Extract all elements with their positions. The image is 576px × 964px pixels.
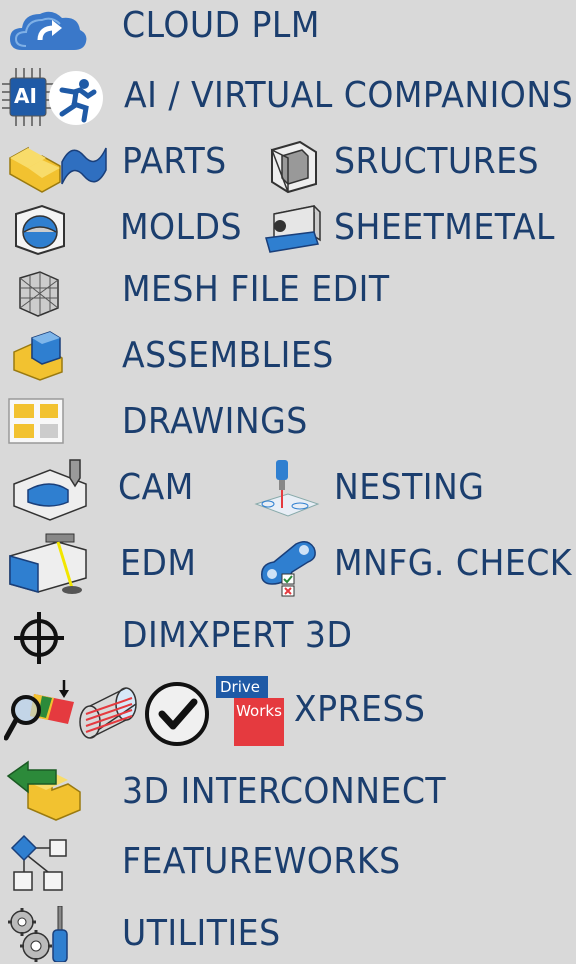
virtual-companion-icon	[49, 71, 103, 125]
menu-item-utilities[interactable]: UTILITIES	[0, 896, 576, 964]
driveworks-works-text: Works	[234, 698, 284, 746]
structure-icon	[270, 140, 317, 194]
driveworks-drive-text: Drive	[216, 676, 268, 698]
cloud-plm-label: CLOUD PLM	[122, 5, 320, 46]
ai-chip-text: AI	[14, 84, 37, 108]
assemblies-label: ASSEMBLIES	[122, 335, 334, 376]
flow-xpress-icon	[79, 687, 137, 739]
ai-companions-label: AI / VIRTUAL COMPANIONS	[124, 75, 574, 116]
menu-row-cam-nesting: CAM NESTING	[0, 452, 576, 524]
menu-item-drawings[interactable]: DRAWINGS	[0, 388, 576, 452]
sheetmetal-icon	[265, 205, 321, 253]
cam-icon	[13, 459, 87, 521]
sheetmetal-label[interactable]: SHEETMETAL	[334, 208, 555, 248]
menu-item-ai-virtual-companions[interactable]: AI AI / VIRTUAL COMPANIONS	[0, 60, 576, 132]
xpress-label: XPRESS	[294, 689, 426, 730]
mesh-file-edit-label: MESH FILE EDIT	[122, 269, 390, 310]
menu-item-dimxpert[interactable]: DIMXPERT 3D	[0, 600, 576, 672]
molds-label[interactable]: MOLDS	[120, 208, 242, 248]
mold-icon	[15, 204, 65, 256]
edm-icon	[9, 533, 87, 594]
driveworks-logo: Drive Works	[216, 676, 284, 746]
part-icon	[9, 146, 61, 193]
featureworks-label: FEATUREWORKS	[122, 841, 401, 882]
menu-row-parts-structures: PARTS SRUCTURES	[0, 132, 576, 196]
drawing-icon	[8, 398, 64, 444]
surface-icon	[61, 147, 107, 185]
assembly-icon	[13, 331, 63, 381]
interconnect-icon	[6, 760, 81, 821]
mesh-icon	[19, 271, 59, 317]
parts-label[interactable]: PARTS	[122, 142, 227, 182]
checkmark-icon	[145, 682, 209, 746]
menu-item-cloud-plm[interactable]: CLOUD PLM	[0, 0, 576, 56]
menu-item-featureworks[interactable]: FEATUREWORKS	[0, 828, 576, 894]
menu-row-molds-sheetmetal: MOLDS SHEETMETAL	[0, 196, 576, 260]
featureworks-icon	[10, 834, 67, 891]
menu-item-3d-interconnect[interactable]: 3D INTERCONNECT	[0, 754, 576, 828]
nesting-icon	[254, 460, 320, 517]
menu-item-mesh-file-edit[interactable]: MESH FILE EDIT	[0, 260, 576, 322]
mnfg-check-icon	[261, 541, 316, 597]
cam-label[interactable]: CAM	[118, 468, 194, 508]
structures-label[interactable]: SRUCTURES	[334, 142, 539, 182]
mnfg-check-label[interactable]: MNFG. CHECK	[334, 544, 572, 584]
nesting-label[interactable]: NESTING	[334, 468, 484, 508]
simulation-xpress-icon	[4, 680, 74, 741]
edm-label[interactable]: EDM	[120, 544, 196, 584]
crosshair-icon	[14, 612, 64, 664]
gears-icon	[8, 908, 52, 962]
drawings-label: DRAWINGS	[122, 401, 308, 442]
menu-item-assemblies[interactable]: ASSEMBLIES	[0, 322, 576, 388]
utilities-label: UTILITIES	[122, 913, 281, 954]
menu-row-edm-mnfg-check: EDM MNFG. CHECK	[0, 524, 576, 600]
screwdriver-icon	[52, 906, 68, 962]
dimxpert-label: DIMXPERT 3D	[122, 615, 353, 656]
interconnect-label: 3D INTERCONNECT	[122, 771, 447, 812]
cloud-icon	[10, 11, 87, 50]
menu-item-xpress[interactable]: Drive Works XPRESS	[0, 672, 576, 754]
